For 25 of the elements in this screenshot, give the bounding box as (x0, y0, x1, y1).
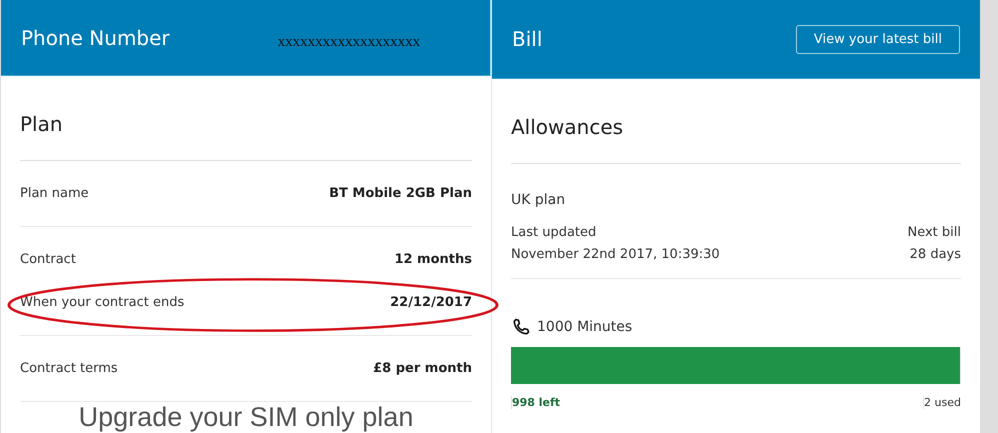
last-updated-label: Last updated (511, 224, 598, 242)
plan-name: UK plan (511, 192, 566, 208)
section-title: Allowances (511, 79, 961, 164)
row-value: 12 months (394, 252, 472, 267)
phone-icon (511, 317, 531, 337)
next-bill-value: 28 days (908, 246, 961, 264)
row-label: When your contract ends (20, 295, 184, 310)
phone-number: xxxxxxxxxxxxxxxxxxx (278, 34, 420, 51)
view-bill-button[interactable]: View your latest bill (796, 24, 960, 54)
scrollbar[interactable] (980, 0, 998, 433)
row-label: Plan name (20, 186, 89, 201)
row-label: Contract terms (20, 361, 118, 376)
allowance-name: 1000 Minutes (537, 319, 632, 335)
last-updated-value: November 22nd 2017, 10:39:30 (511, 246, 720, 264)
row-label: Contract (20, 252, 76, 267)
row-value: BT Mobile 2GB Plan (329, 186, 472, 201)
used-text: 2 used (924, 396, 961, 409)
upgrade-heading: Upgrade your SIM only plan (78, 402, 414, 433)
row-value: 22/12/2017 (390, 295, 472, 310)
panel-title: Bill (512, 27, 542, 51)
next-bill-label: Next bill (907, 224, 961, 242)
remaining-text: 998 left (511, 396, 924, 409)
row-value: £8 per month (373, 361, 472, 376)
panel-title: Phone Number (21, 26, 170, 50)
section-title: Plan (20, 76, 472, 161)
